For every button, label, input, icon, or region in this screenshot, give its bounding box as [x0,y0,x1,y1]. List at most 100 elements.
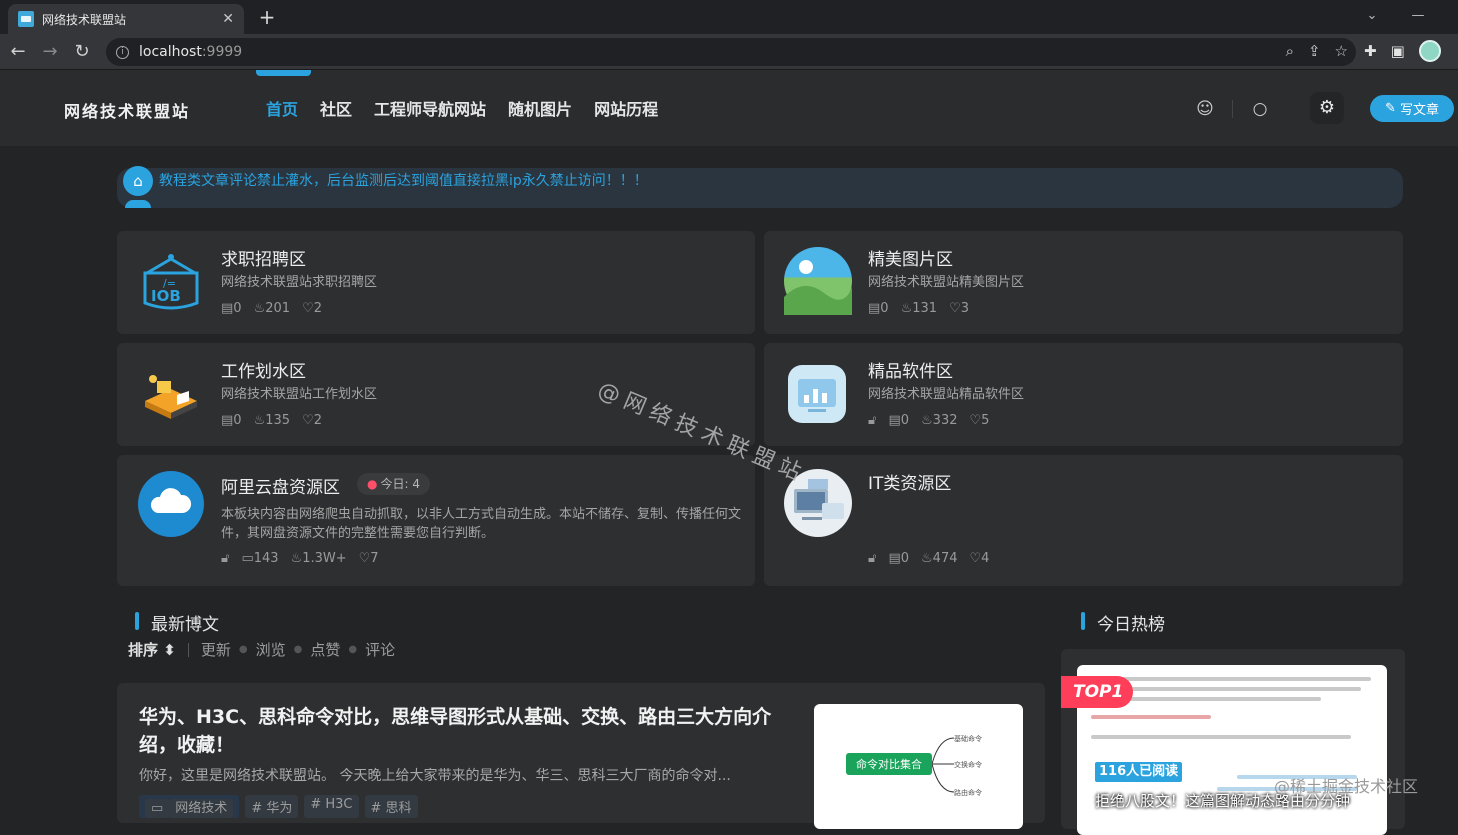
main-nav: 首页 社区 工程师导航网站 随机图片 网站历程 [266,96,658,120]
hot-list-heading: 今日热榜 [1081,610,1165,635]
nav-engineer-navigation[interactable]: 工程师导航网站 [374,96,486,120]
announcement-bar: ⌂ 教程类文章评论禁止灌水，后台监测后达到阈值直接拉黑ip永久禁止访问！！！ [117,166,1403,208]
announcement-marker [125,200,151,208]
site-info-icon[interactable]: i [116,45,129,59]
browser-tabstrip: 网络技术联盟站 ✕ + ⌄ — [0,0,1458,34]
site-logo[interactable]: 网络技术联盟站 [64,98,190,122]
fire-icon: ♨ [921,551,933,566]
nav-random-images[interactable]: 随机图片 [508,96,572,120]
nav-site-history[interactable]: 网站历程 [594,96,658,120]
fire-icon: ♨ [290,551,303,566]
message-bulb-icon[interactable]: ☺ [1193,97,1217,121]
forum-card-aliyun-drive[interactable]: 阿里云盘资源区 ● 今日: 4 本板块内容由网络爬虫自动抓取，以非人工方式自动生成… [117,455,755,586]
extensions-puzzle-icon[interactable]: ✚ [1364,42,1377,60]
post-thumbnail[interactable]: 命令对比集合 基础命令 交换命令 路由命令 [814,704,1023,829]
tab-search-icon[interactable]: ⌄ [1350,0,1394,32]
posts-count: ▤0 [221,413,242,428]
lock-icon: 🔓︎ [868,551,877,566]
site-header [0,70,1458,146]
image-source-watermark: @稀土掘金技术社区 [1274,777,1419,796]
share-icon[interactable]: ⇪ [1308,42,1321,60]
document-icon: ▤ [221,301,234,316]
posts-count: ▤0 [888,413,910,428]
minimize-window-button[interactable]: — [1396,0,1440,32]
side-panel-icon[interactable]: ▣ [1391,42,1405,60]
likes-count: ♡5 [969,413,990,428]
views-count: ♨474 [921,551,958,566]
sort-label[interactable]: 排序 ⬍ [128,639,176,660]
bookmark-star-icon[interactable]: ☆ [1335,42,1348,60]
zoom-icon[interactable]: ⌕ [1286,42,1294,60]
work-desk-icon [137,361,205,429]
forum-card-it-resources[interactable]: IT类资源区 🔓︎ ▤0 ♨474 ♡4 [764,455,1403,586]
heart-icon: ♡ [969,551,982,566]
close-tab-icon[interactable]: ✕ [222,11,234,27]
heart-icon: ♡ [302,301,314,316]
active-nav-indicator [256,70,311,76]
announcement-text: 教程类文章评论禁止灌水，后台监测后达到阈值直接拉黑ip永久禁止访问！！！ [159,173,648,189]
nav-community[interactable]: 社区 [320,96,352,120]
url-text: localhost:9999 [139,44,243,60]
heart-icon: ♡ [358,551,371,566]
forum-card-pictures[interactable]: 精美图片区 网络技术联盟站精美图片区 ▤0 ♨131 ♡3 [764,231,1403,334]
new-tab-button[interactable]: + [256,6,278,28]
thumb-center-label: 命令对比集合 [856,757,922,771]
likes-count: ♡2 [302,413,322,428]
card-description: 网络技术联盟站精品软件区 [868,387,1025,402]
card-stats: 🔓︎ ▤0 ♨332 ♡5 [868,413,989,428]
profile-avatar[interactable] [1418,40,1441,62]
cloud-icon [138,471,204,537]
heart-icon: ♡ [949,301,961,316]
post-title[interactable]: 华为、H3C、思科命令对比，思维导图形式从基础、交换、路由三大方向介绍，收藏！ [139,703,799,759]
card-stats: ▤0 ♨131 ♡3 [868,301,969,316]
settings-gear-icon[interactable]: ⚙ [1310,92,1344,124]
card-stats: 🔓︎ ▭143 ♨1.3W+ ♡7 [221,551,379,566]
software-chart-icon [788,365,846,423]
forward-icon[interactable]: → [38,40,62,64]
address-bar[interactable]: i localhost:9999 ⌕ ⇪ ☆ [106,38,1356,66]
chat-bubble-icon: ● [367,477,378,491]
sort-option-updated[interactable]: 更新 [201,639,231,660]
card-stats: 🔓︎ ▤0 ♨474 ♡4 [868,551,989,566]
card-description: 网络技术联盟站精美图片区 [868,275,1025,290]
post-tag[interactable]: # H3C [304,795,359,818]
views-count: ♨135 [253,413,291,428]
heart-icon: ♡ [969,413,982,428]
post-card[interactable]: 华为、H3C、思科命令对比，思维导图形式从基础、交换、路由三大方向介绍，收藏！ … [117,683,1045,829]
heart-icon: ♡ [302,413,314,428]
top1-rank-badge: TOP1 [1061,676,1133,708]
views-count: ♨201 [253,301,291,316]
job-board-icon: IOB/= [137,247,205,315]
back-icon[interactable]: ← [6,40,30,64]
fire-icon: ♨ [253,301,266,316]
sort-option-views[interactable]: 浏览 [256,639,286,660]
site-favicon-icon [18,11,34,27]
post-category[interactable]: ▭ 网络技术 [139,795,240,818]
sort-option-comments[interactable]: 评论 [365,639,395,660]
search-icon[interactable]: ○ [1248,97,1272,121]
document-icon: ▤ [868,301,881,316]
lock-icon: 🔓︎ [221,551,230,566]
forum-card-jobs[interactable]: IOB/= 求职招聘区 网络技术联盟站求职招聘区 ▤0 ♨201 ♡2 [117,231,755,334]
views-count: ♨131 [900,301,938,316]
card-stats: ▤0 ♨201 ♡2 [221,301,322,316]
sort-caret-icon: ⬍ [163,641,176,659]
thumb-node-label: 基础命令 [954,734,982,743]
pencil-icon: ✎ [1385,101,1396,116]
post-tag[interactable]: # 华为 [245,795,299,818]
post-tag[interactable]: # 思科 [364,795,418,818]
thumb-node-label: 路由命令 [954,788,982,797]
browser-tab[interactable]: 网络技术联盟站 ✕ [8,4,244,34]
nav-home[interactable]: 首页 [266,96,298,120]
browser-toolbar: ← → ↻ i localhost:9999 ⌕ ⇪ ☆ [0,34,1458,70]
posts-count: ▤0 [868,301,889,316]
reload-icon[interactable]: ↻ [70,40,94,64]
read-count-badge: 116人已阅读 [1095,762,1183,782]
sort-bar: 排序 ⬍ 更新 ● 浏览 ● 点赞 ● 评论 [128,639,396,660]
likes-count: ♡2 [302,301,322,316]
fire-icon: ♨ [900,301,913,316]
sort-option-likes[interactable]: 点赞 [310,639,340,660]
forum-card-software[interactable]: 精品软件区 网络技术联盟站精品软件区 🔓︎ ▤0 ♨332 ♡5 [764,343,1403,446]
header-divider [1232,100,1233,118]
write-article-button[interactable]: ✎ 写文章 [1370,95,1454,122]
